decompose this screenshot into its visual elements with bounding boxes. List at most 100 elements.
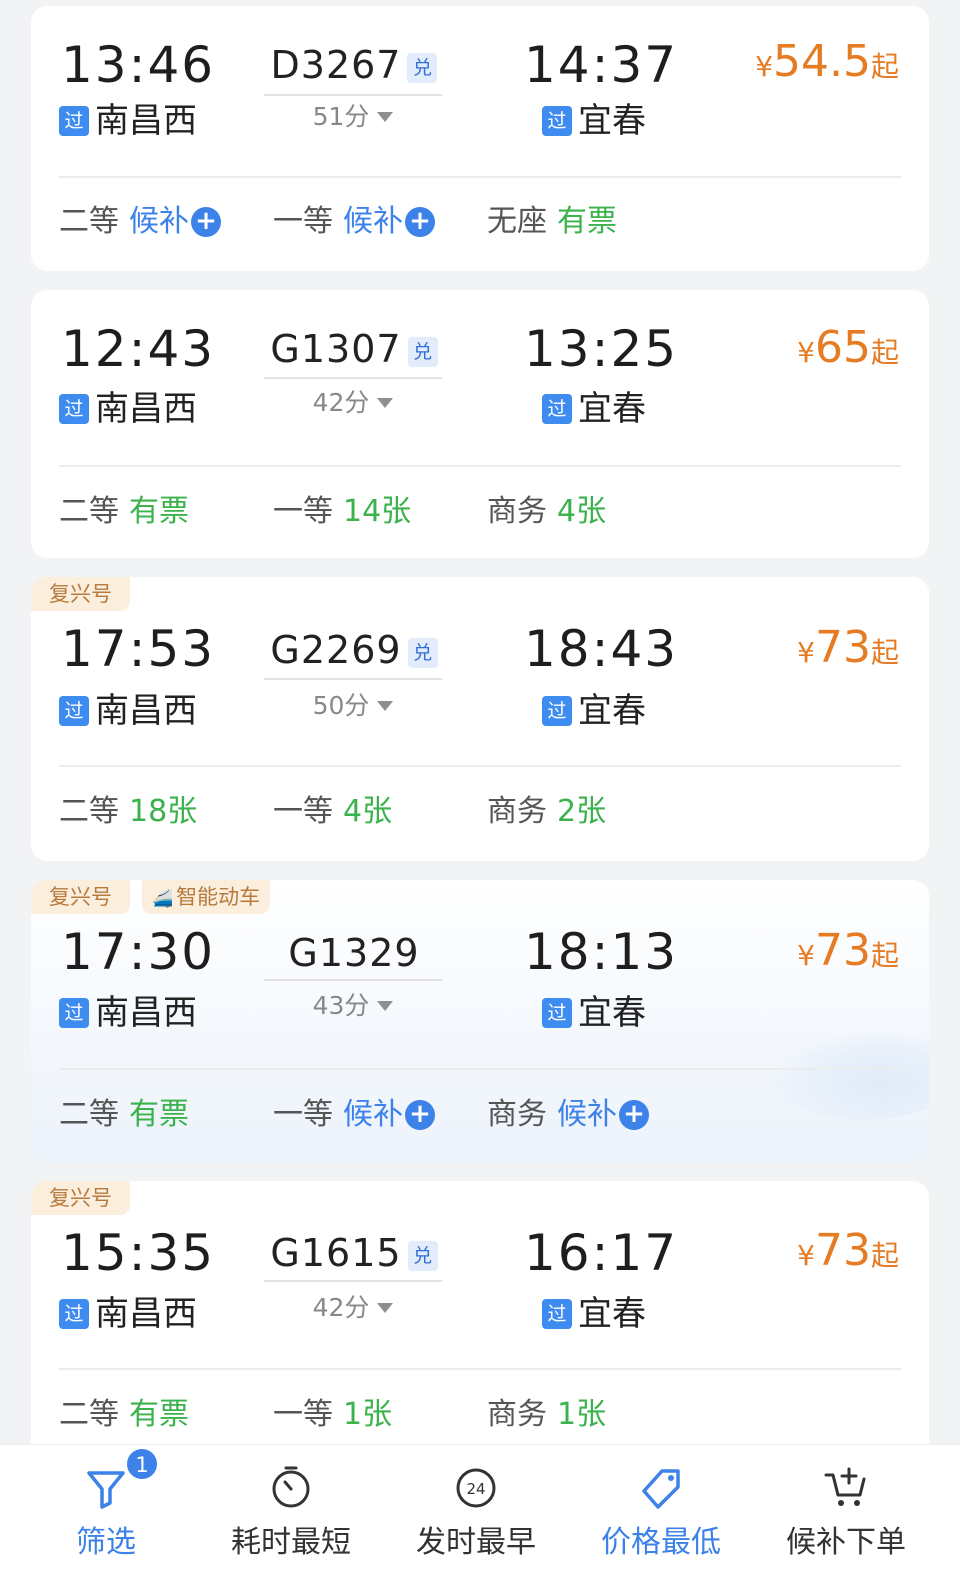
seat-class-label: 二等: [59, 1397, 119, 1432]
arrival-station: 过宜春: [542, 694, 646, 728]
duration-toggle[interactable]: 50分: [264, 693, 442, 718]
duration-toggle[interactable]: 43分: [264, 993, 442, 1018]
train-card-g1307[interactable]: 12:43 G1307 兑 42分 13:25 ¥65起 过南昌西 过宜春 二等有…: [31, 290, 929, 558]
tab-earliest-departure[interactable]: 24 发时最早: [380, 1445, 572, 1589]
add-waitlist-icon[interactable]: +: [405, 1100, 435, 1130]
train-card-g2269[interactable]: 复兴号 17:53 G2269 兑 50分 18:43 ¥73起 过南昌西 过宜春…: [31, 577, 929, 861]
add-waitlist-icon[interactable]: +: [619, 1100, 649, 1130]
arrival-station: 过宜春: [542, 104, 646, 138]
duration-toggle[interactable]: 51分: [264, 104, 442, 129]
duration-text: 42分: [312, 1293, 370, 1322]
caret-down-icon: [377, 398, 394, 408]
pass-through-badge: 过: [542, 394, 572, 424]
train-card-g1615[interactable]: 复兴号 15:35 G1615 兑 42分 16:17 ¥73起 过南昌西 过宜春…: [31, 1181, 929, 1481]
departure-station: 过南昌西: [59, 1297, 197, 1331]
train-number[interactable]: G1307 兑: [264, 330, 444, 368]
seat-status: 18张: [129, 794, 198, 829]
price-suffix: 起: [870, 336, 899, 369]
pass-through-badge: 过: [542, 998, 572, 1028]
tab-waitlist-order[interactable]: 候补下单: [750, 1445, 942, 1589]
price-value: 73: [814, 1225, 871, 1276]
arrival-station-name: 宜春: [578, 389, 646, 429]
decorative-cloud: [769, 1030, 929, 1120]
add-waitlist-icon[interactable]: +: [191, 207, 221, 237]
duration-divider: [264, 678, 442, 680]
train-number[interactable]: G1615 兑: [264, 1234, 444, 1272]
train-card-d3267[interactable]: 13:46 D3267 兑 51分 14:37 ¥54.5起 过南昌西 过宜春 二…: [31, 6, 929, 271]
seat-status: 候补: [343, 204, 403, 239]
seat-business-class[interactable]: 商务 4张: [487, 497, 606, 527]
departure-station: 过南昌西: [59, 694, 197, 728]
add-waitlist-icon[interactable]: +: [405, 207, 435, 237]
tab-filter[interactable]: 1 筛选: [10, 1445, 202, 1589]
exchange-badge: 兑: [407, 337, 438, 367]
cart-plus-icon: [822, 1463, 870, 1515]
tab-shortest-duration[interactable]: 耗时最短: [195, 1445, 387, 1589]
seat-second-class[interactable]: 二等 有票: [59, 1100, 189, 1130]
seat-second-class[interactable]: 二等 候补 +: [59, 207, 221, 237]
seat-class-label: 二等: [59, 794, 119, 829]
train-number[interactable]: D3267 兑: [264, 46, 444, 84]
seat-no-seat[interactable]: 无座 有票: [487, 207, 617, 237]
price: ¥73起: [797, 929, 899, 973]
seat-status: 有票: [129, 494, 189, 529]
price-suffix: 起: [870, 50, 899, 83]
seat-business-class[interactable]: 商务 候补 +: [487, 1100, 649, 1130]
arrival-station-name: 宜春: [578, 1294, 646, 1334]
fuxing-tag: 复兴号: [31, 880, 130, 914]
fuxing-tag: 复兴号: [31, 1181, 130, 1215]
seat-class-label: 二等: [59, 1097, 119, 1132]
seat-status: 有票: [129, 1397, 189, 1432]
price: ¥54.5起: [755, 40, 899, 84]
seat-business-class[interactable]: 商务 2张: [487, 797, 606, 827]
departure-time: 17:30: [61, 923, 216, 981]
tab-waitlist-order-label: 候补下单: [786, 1525, 906, 1560]
seat-second-class[interactable]: 二等 有票: [59, 1400, 189, 1430]
duration-text: 43分: [312, 991, 370, 1020]
duration-divider: [264, 979, 442, 981]
departure-station-name: 南昌西: [95, 389, 197, 429]
duration-toggle[interactable]: 42分: [264, 1295, 442, 1320]
departure-station-name: 南昌西: [95, 101, 197, 141]
caret-down-icon: [377, 701, 394, 711]
departure-time: 17:53: [61, 620, 216, 678]
caret-down-icon: [377, 112, 394, 122]
price-currency: ¥: [797, 939, 815, 972]
bottom-tab-bar: 1 筛选 耗时最短 24 发时最早 价格最低 候补下单: [0, 1444, 960, 1589]
duration-divider: [264, 1280, 442, 1282]
seat-second-class[interactable]: 二等 有票: [59, 497, 189, 527]
train-card-g1329[interactable]: 复兴号 🚄 智能动车 17:30 G1329 43分 18:13 ¥73起 过南昌…: [31, 880, 929, 1163]
pass-through-badge: 过: [59, 1299, 89, 1329]
pass-through-badge: 过: [59, 696, 89, 726]
duration-toggle[interactable]: 42分: [264, 390, 442, 415]
smart-emu-tag: 🚄 智能动车: [142, 880, 271, 914]
train-tags: 复兴号 🚄 智能动车: [31, 880, 271, 914]
seat-first-class[interactable]: 一等 14张: [273, 497, 411, 527]
tab-lowest-price[interactable]: 价格最低: [565, 1445, 757, 1589]
seat-status: 4张: [557, 494, 607, 529]
duration-divider: [264, 94, 442, 96]
seat-class-label: 一等: [273, 204, 333, 239]
seat-class-label: 商务: [487, 794, 547, 829]
arrival-time: 13:25: [524, 320, 679, 378]
train-icon: 🚄: [152, 889, 174, 909]
price-suffix: 起: [870, 1239, 899, 1272]
seat-status: 4张: [343, 794, 393, 829]
price-tag-icon: [636, 1463, 686, 1517]
seat-first-class[interactable]: 一等 候补 +: [273, 1100, 435, 1130]
seat-second-class[interactable]: 二等 18张: [59, 797, 197, 827]
price-suffix: 起: [870, 636, 899, 669]
pass-through-badge: 过: [59, 394, 89, 424]
seat-first-class[interactable]: 一等 候补 +: [273, 207, 435, 237]
filter-icon: [86, 1463, 126, 1515]
seat-class-label: 一等: [273, 1397, 333, 1432]
departure-station: 过南昌西: [59, 392, 197, 426]
train-number[interactable]: G2269 兑: [264, 631, 444, 669]
seat-business-class[interactable]: 商务 1张: [487, 1400, 606, 1430]
seat-first-class[interactable]: 一等 1张: [273, 1400, 392, 1430]
stopwatch-icon: [268, 1463, 314, 1515]
train-number-text: D3267: [270, 43, 402, 87]
duration-text: 50分: [312, 691, 370, 720]
train-number[interactable]: G1329: [264, 934, 444, 972]
seat-first-class[interactable]: 一等 4张: [273, 797, 392, 827]
